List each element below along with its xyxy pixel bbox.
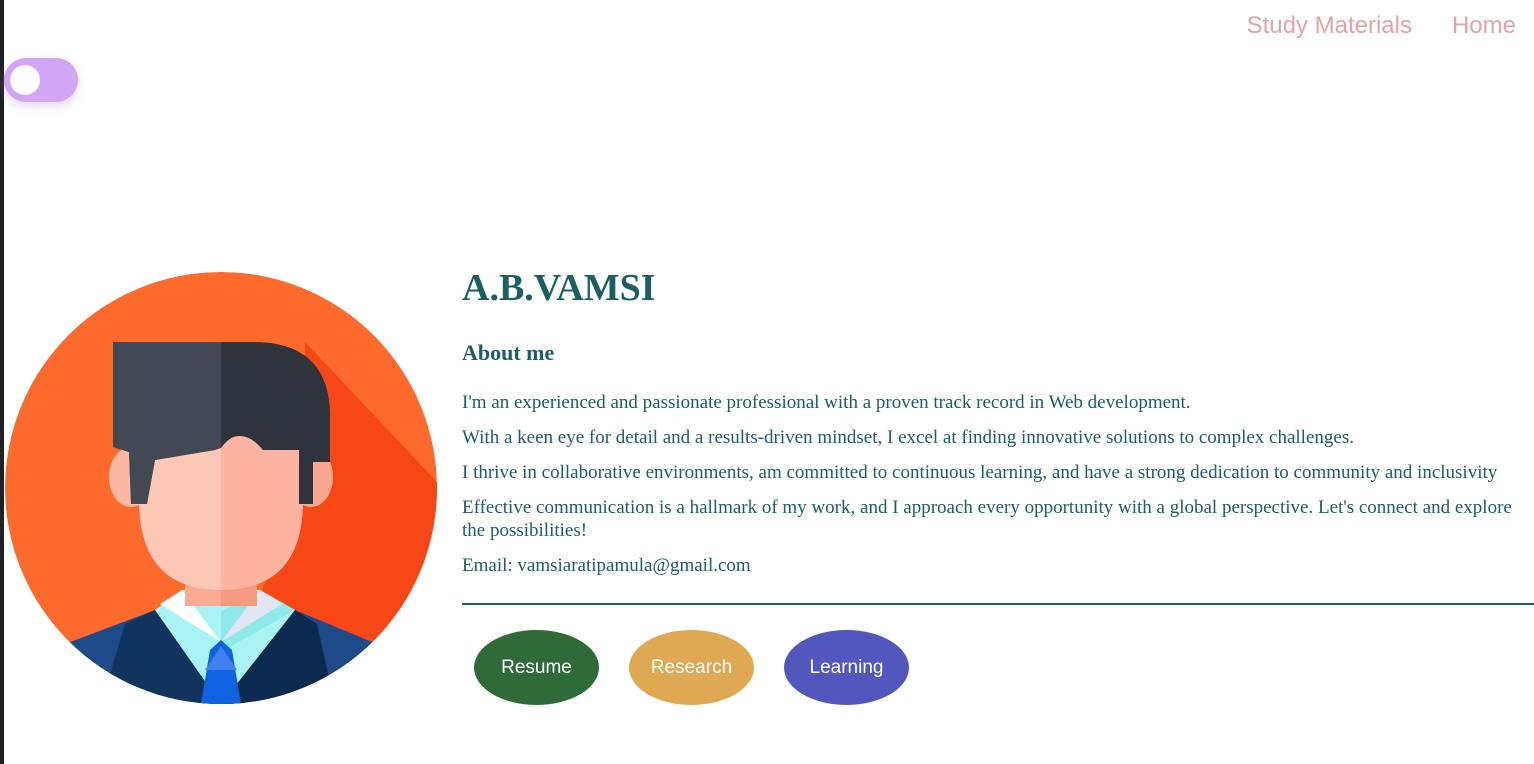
nav-link-home[interactable]: Home <box>1452 12 1516 40</box>
research-button[interactable]: Research <box>629 630 754 705</box>
resume-button[interactable]: Resume <box>474 630 599 705</box>
theme-toggle[interactable] <box>4 58 78 102</box>
action-buttons: Resume Research Learning <box>474 630 1534 705</box>
about-paragraph: With a keen eye for detail and a results… <box>462 427 1354 448</box>
about-paragraph: Effective communication is a hallmark of… <box>462 497 1512 541</box>
section-divider <box>462 603 1534 605</box>
top-nav: Study Materials Home <box>1247 12 1516 40</box>
nav-link-study-materials[interactable]: Study Materials <box>1247 12 1412 40</box>
window-edge <box>0 0 4 764</box>
about-paragraph: I thrive in collaborative environments, … <box>462 462 1498 483</box>
about-heading: About me <box>462 340 555 365</box>
about-paragraph: I'm an experienced and passionate profes… <box>462 392 1191 413</box>
profile-section: A.B.VAMSI About me I'm an experienced an… <box>462 262 1534 705</box>
email-text: Email: vamsiaratipamula@gmail.com <box>462 555 751 576</box>
man-avatar-icon <box>5 272 437 704</box>
profile-name: A.B.VAMSI <box>462 267 656 309</box>
toggle-knob <box>10 65 40 95</box>
learning-button[interactable]: Learning <box>784 630 909 705</box>
